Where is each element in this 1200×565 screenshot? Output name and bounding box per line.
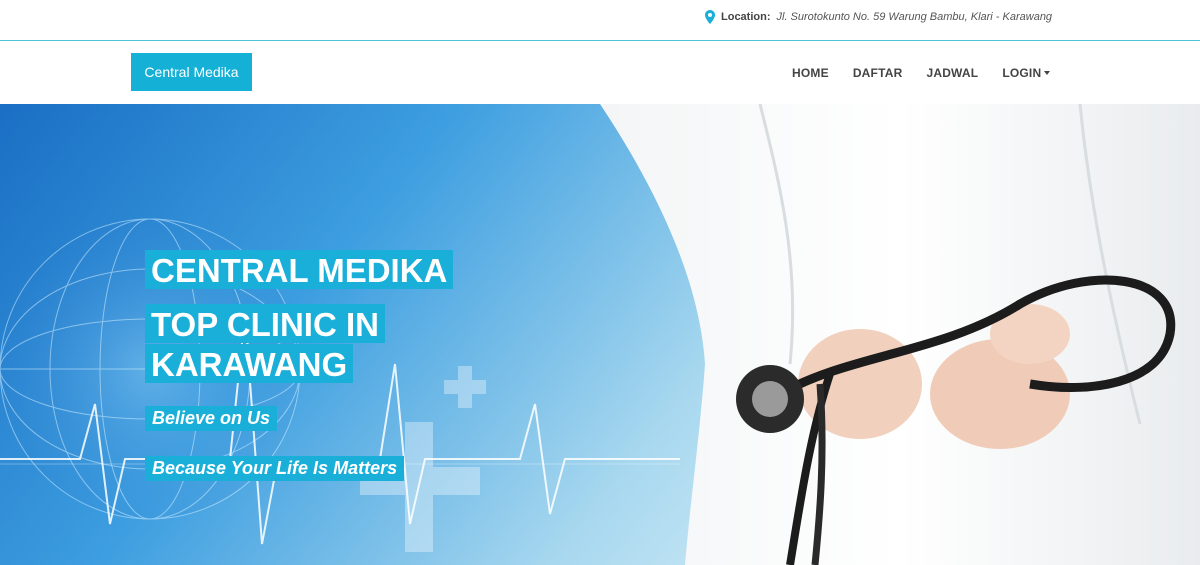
nav-login-label: LOGIN <box>1002 65 1042 80</box>
hero-tagline-2: Because Your Life Is Matters <box>145 456 405 481</box>
main-menu: HOME DAFTAR JADWAL LOGIN <box>780 41 1062 104</box>
topbar: Location: Jl. Surotokunto No. 59 Warung … <box>0 0 1200 41</box>
location-label: Location: <box>721 11 771 23</box>
location-info: Location: Jl. Surotokunto No. 59 Warung … <box>705 10 1052 24</box>
nav-home[interactable]: HOME <box>780 66 841 80</box>
map-pin-icon <box>705 10 715 24</box>
hero-banner: CENTRAL MEDIKA TOP CLINIC IN KARAWANG Be… <box>0 104 1200 565</box>
brand-logo[interactable]: Central Medika <box>131 53 252 91</box>
hero-title-line1: CENTRAL MEDIKA <box>145 250 454 289</box>
hero-title-line3: KARAWANG <box>145 344 354 383</box>
location-address: Jl. Surotokunto No. 59 Warung Bambu, Kla… <box>776 11 1053 23</box>
caret-down-icon <box>1044 71 1051 76</box>
nav-daftar[interactable]: DAFTAR <box>841 66 915 80</box>
navbar: Central Medika HOME DAFTAR JADWAL LOGIN <box>0 41 1200 104</box>
hero-tagline-1: Believe on Us <box>145 406 278 431</box>
nav-jadwal[interactable]: JADWAL <box>914 66 990 80</box>
nav-login[interactable]: LOGIN <box>990 66 1062 80</box>
hero-title-line2: TOP CLINIC IN <box>145 304 385 343</box>
